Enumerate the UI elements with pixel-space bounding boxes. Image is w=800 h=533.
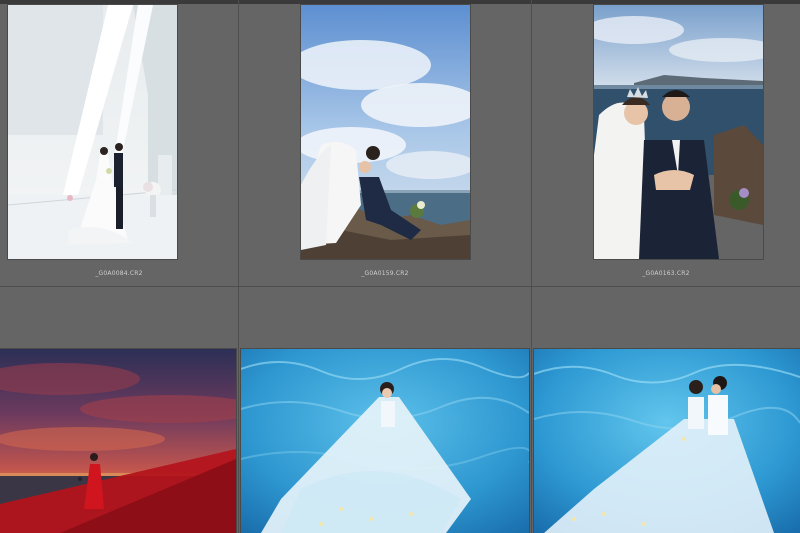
grid-cell-2[interactable]: _G0A0159.CR2 [239, 4, 531, 286]
photo-red-sunset [0, 349, 236, 533]
thumbnail-2[interactable] [301, 5, 470, 259]
grid-divider-2 [531, 0, 532, 533]
grid-cell-1[interactable]: _G0A0084.CR2 [0, 4, 238, 286]
grid-cell-5[interactable] [239, 287, 531, 533]
thumbnail-2-filename: _G0A0159.CR2 [361, 270, 409, 277]
thumbnail-1-filename: _G0A0084.CR2 [95, 270, 143, 277]
grid-divider-1 [238, 0, 239, 533]
photo-seaside-crown [594, 5, 763, 259]
thumbnail-3-filename: _G0A0163.CR2 [642, 270, 690, 277]
grid-cell-4[interactable] [0, 287, 238, 533]
thumbnail-3[interactable] [594, 5, 763, 259]
thumbnail-1[interactable] [8, 5, 177, 259]
thumbnail-4[interactable] [0, 349, 236, 533]
thumbnail-5[interactable] [241, 349, 529, 533]
grid-cell-6[interactable] [532, 287, 800, 533]
photo-rocky-shore [301, 5, 470, 259]
thumbnail-6[interactable] [534, 349, 800, 533]
grid-divider-row [0, 286, 800, 287]
grid-cell-3[interactable]: _G0A0163.CR2 [532, 4, 800, 286]
photo-church-interior [8, 5, 177, 259]
photo-underwater-couple [534, 349, 800, 533]
photo-underwater-bride [241, 349, 529, 533]
